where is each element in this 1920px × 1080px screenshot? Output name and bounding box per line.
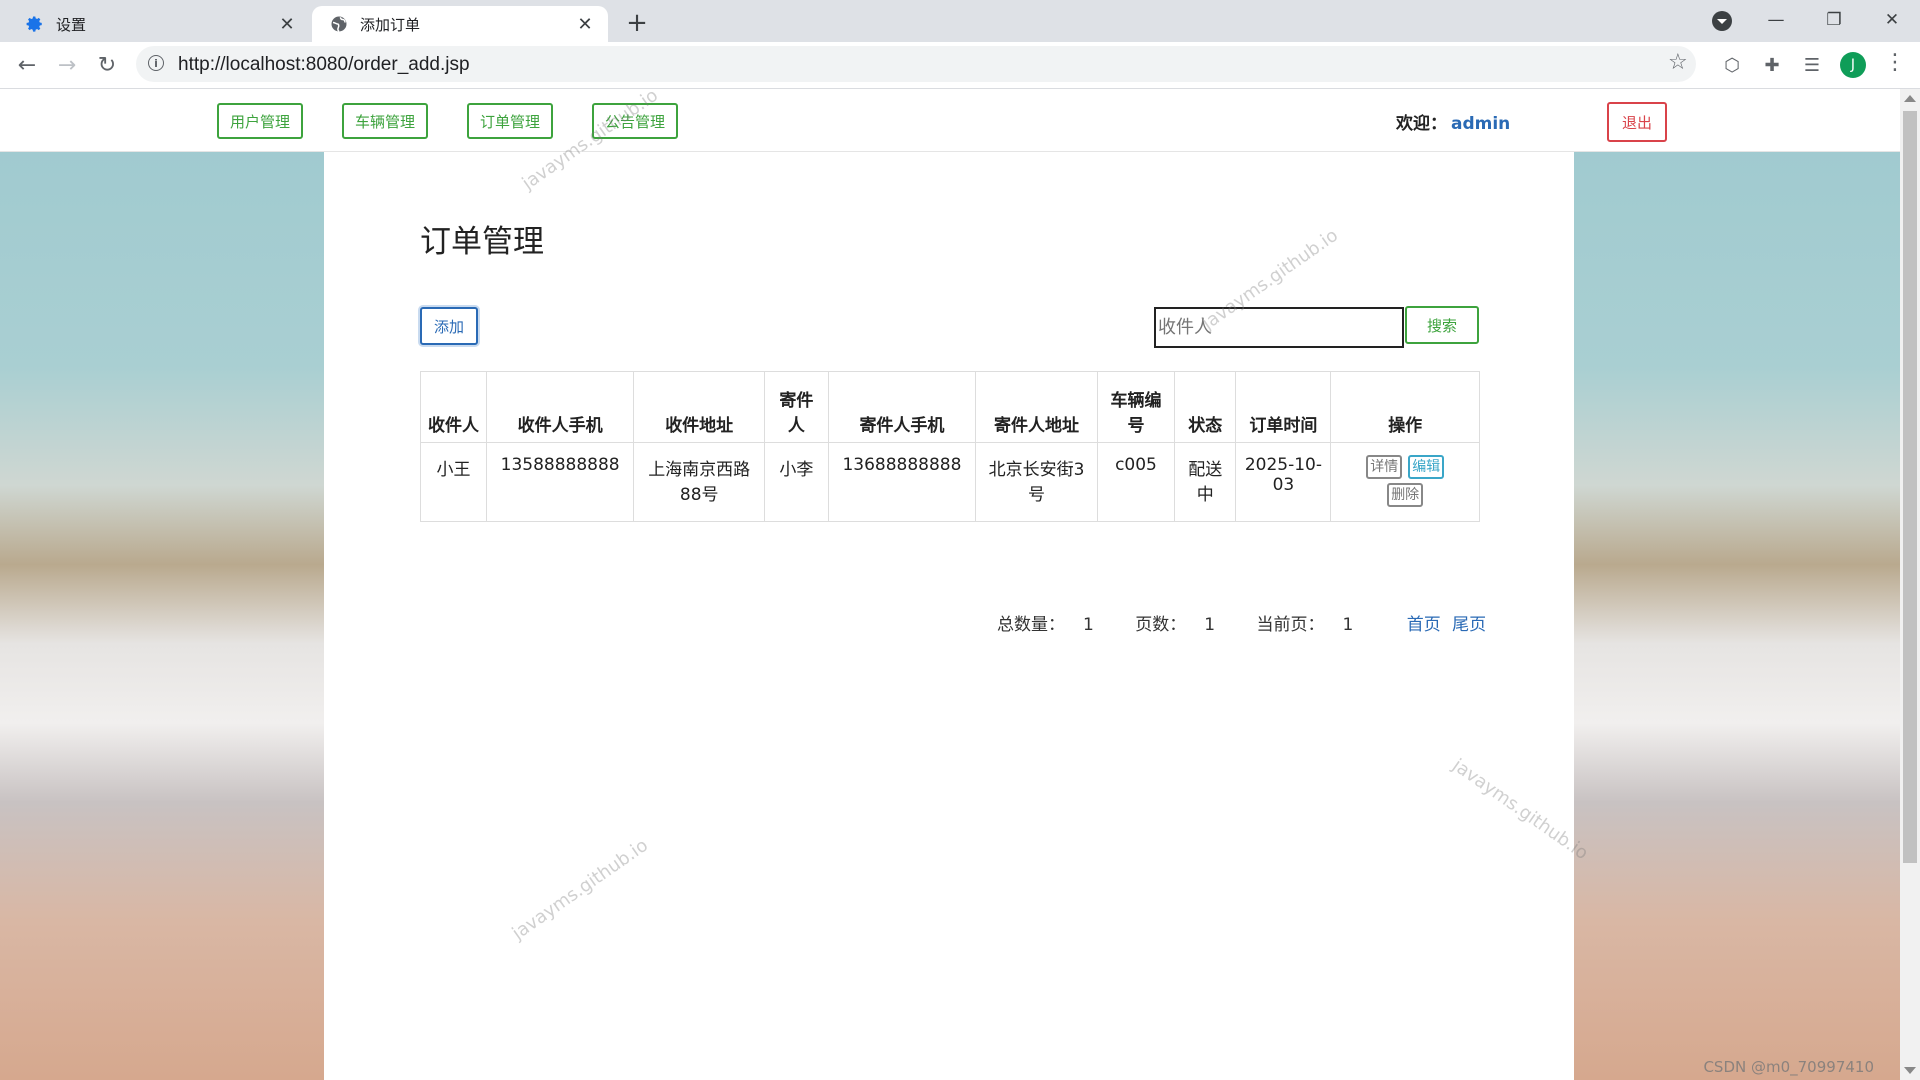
browser-tab-bar: 设置 ✕ 添加订单 ✕ + — ❐ ✕ <box>0 0 1920 42</box>
welcome-label: 欢迎： <box>1396 114 1447 134</box>
cell-order-time: 2025-10-03 <box>1235 442 1332 522</box>
cell-sender-phone: 13688888888 <box>827 442 977 522</box>
scroll-thumb[interactable] <box>1903 111 1917 863</box>
url-text[interactable]: http://localhost:8080/order_add.jsp <box>178 54 470 76</box>
row-actions: 详情 编辑 删除 <box>1360 455 1450 507</box>
col-receiver-address: 收件地址 <box>633 371 766 443</box>
last-page-link[interactable]: 尾页 <box>1452 615 1486 635</box>
detail-button[interactable]: 详情 <box>1366 455 1403 479</box>
col-receiver-phone: 收件人手机 <box>485 371 635 443</box>
csdn-credit: CSDN @m0_70997410 <box>1703 1058 1874 1076</box>
table-row: 小王 13588888888 上海南京西路88号 小李 13688888888 … <box>420 442 1480 522</box>
delete-button[interactable]: 删除 <box>1387 483 1424 507</box>
tab-settings[interactable]: 设置 ✕ <box>8 6 310 42</box>
bookmark-star-icon[interactable]: ☆ <box>1668 50 1688 75</box>
reload-icon[interactable]: ↻ <box>92 50 122 80</box>
close-icon[interactable]: ✕ <box>574 13 596 35</box>
avatar[interactable]: J <box>1840 52 1866 78</box>
tab-label: 设置 <box>56 15 87 34</box>
scroll-up-icon[interactable] <box>1904 95 1916 102</box>
cell-actions: 详情 编辑 删除 <box>1330 442 1480 522</box>
current-page: 当前页： 1 <box>1256 615 1371 635</box>
col-vehicle-no: 车辆编号 <box>1096 371 1176 443</box>
minimize-icon[interactable]: — <box>1750 0 1802 40</box>
cell-receiver-address: 上海南京西路88号 <box>633 442 766 522</box>
reading-list-icon[interactable]: ☰ <box>1799 52 1825 78</box>
menu-icon[interactable]: ⋮ <box>1884 50 1906 75</box>
globe-icon <box>330 15 348 33</box>
page-count: 页数： 1 <box>1135 615 1233 635</box>
search-button[interactable]: 搜索 <box>1405 306 1479 344</box>
extension-icon[interactable]: ⬡ <box>1719 52 1745 78</box>
table-header-row: 收件人 收件人手机 收件地址 寄件人 寄件人手机 寄件人地址 车辆编号 状态 订… <box>420 371 1480 443</box>
col-receiver: 收件人 <box>420 371 487 443</box>
total-value: 1 <box>1083 615 1094 635</box>
cell-status: 配送中 <box>1173 442 1237 522</box>
welcome-text: 欢迎： admin <box>1396 109 1510 134</box>
tab-label: 添加订单 <box>360 15 421 34</box>
cell-receiver: 小王 <box>420 442 487 522</box>
edit-button[interactable]: 编辑 <box>1408 455 1445 479</box>
cell-sender-address: 北京长安街3号 <box>975 442 1098 522</box>
cell-vehicle-no: c005 <box>1096 442 1176 522</box>
nav-user-management[interactable]: 用户管理 <box>217 103 303 139</box>
total-label: 总数量： <box>997 615 1065 635</box>
forward-icon[interactable]: → <box>52 50 82 80</box>
first-page-link[interactable]: 首页 <box>1407 615 1441 635</box>
nav-order-management[interactable]: 订单管理 <box>467 103 553 139</box>
puzzle-icon[interactable]: ✚ <box>1759 52 1785 78</box>
new-tab-button[interactable]: + <box>622 8 652 38</box>
page-scrollbar[interactable] <box>1900 89 1920 1080</box>
back-icon[interactable]: ← <box>12 50 42 80</box>
orders-table: 收件人 收件人手机 收件地址 寄件人 寄件人手机 寄件人地址 车辆编号 状态 订… <box>420 371 1480 522</box>
cell-receiver-phone: 13588888888 <box>485 442 635 522</box>
top-navigation: 用户管理 车辆管理 订单管理 公告管理 欢迎： admin 退出 <box>0 89 1900 152</box>
logout-button[interactable]: 退出 <box>1607 102 1667 142</box>
pagination: 总数量： 1 页数： 1 当前页： 1 首页 尾页 <box>997 610 1492 635</box>
page-viewport: 用户管理 车辆管理 订单管理 公告管理 欢迎： admin 退出 订单管理 添加 … <box>0 89 1900 1080</box>
scroll-down-icon[interactable] <box>1904 1067 1916 1074</box>
gear-icon <box>26 15 44 33</box>
col-actions: 操作 <box>1330 371 1480 443</box>
current-value: 1 <box>1342 615 1354 635</box>
current-label: 当前页： <box>1256 615 1325 635</box>
main-content: 订单管理 添加 搜索 收件人 收件人手机 收件地址 寄件人 寄件人手机 寄件人地… <box>324 152 1574 1080</box>
nav-vehicle-management[interactable]: 车辆管理 <box>342 103 428 139</box>
tab-search-icon[interactable] <box>1712 11 1732 31</box>
restore-icon[interactable]: ❐ <box>1808 0 1860 40</box>
pages-value: 1 <box>1204 615 1216 635</box>
col-sender-phone: 寄件人手机 <box>827 371 977 443</box>
pages-label: 页数： <box>1135 615 1187 635</box>
col-order-time: 订单时间 <box>1235 371 1332 443</box>
add-button[interactable]: 添加 <box>420 307 478 345</box>
col-sender-address: 寄件人地址 <box>975 371 1098 443</box>
username[interactable]: admin <box>1451 114 1510 134</box>
cell-sender: 小李 <box>764 442 829 522</box>
browser-toolbar: ← → ↻ i http://localhost:8080/order_add.… <box>0 42 1920 89</box>
col-sender: 寄件人 <box>764 371 829 443</box>
info-icon[interactable]: i <box>148 55 164 71</box>
col-status: 状态 <box>1173 371 1237 443</box>
address-bar[interactable]: i http://localhost:8080/order_add.jsp <box>136 46 1696 82</box>
total-count: 总数量： 1 <box>997 615 1112 635</box>
page-title: 订单管理 <box>420 224 544 260</box>
search-input[interactable] <box>1154 307 1404 348</box>
window-close-icon[interactable]: ✕ <box>1866 0 1918 40</box>
close-icon[interactable]: ✕ <box>276 13 298 35</box>
tab-add-order[interactable]: 添加订单 ✕ <box>312 6 608 42</box>
